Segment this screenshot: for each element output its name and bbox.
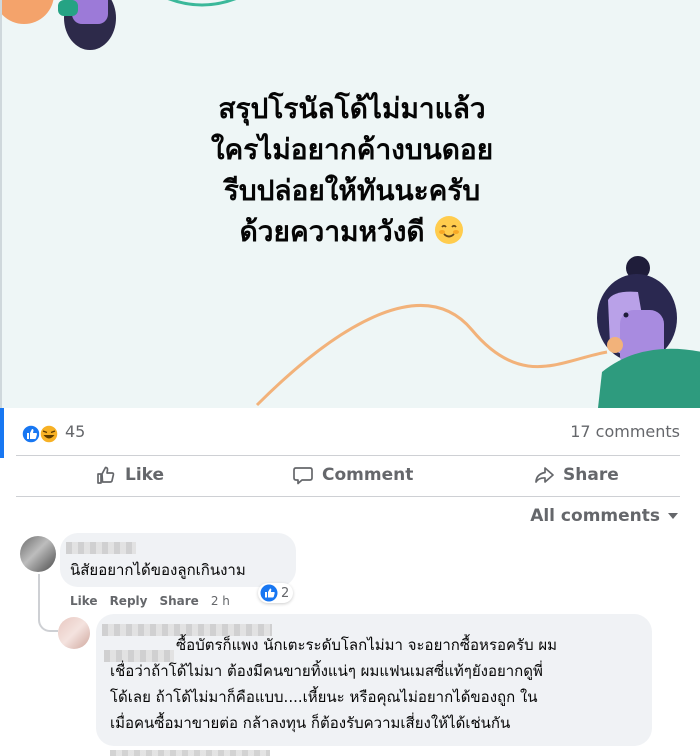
headline-line: ใครไม่อยากค้างบนดอย bbox=[210, 133, 494, 166]
action-bar: Like Comment Share bbox=[0, 456, 700, 496]
comment-actions: Like Reply Share 2 h bbox=[70, 594, 230, 608]
divider bbox=[16, 496, 680, 497]
like-reaction-icon bbox=[260, 584, 278, 602]
comment-like-link[interactable]: Like bbox=[70, 594, 98, 608]
comment-button[interactable]: Comment bbox=[292, 464, 413, 486]
headline-text: ด้วยความหวังดี bbox=[239, 215, 425, 248]
figure-body bbox=[58, 0, 78, 16]
decor-circle bbox=[2, 0, 54, 24]
shirt bbox=[598, 348, 700, 408]
comment-filter-dropdown[interactable]: All comments bbox=[530, 506, 678, 526]
comment-label: Comment bbox=[322, 465, 414, 485]
reply-text-line: โด้เลย ถ้าโด้ไม่มาก็คือแบบ....เหี้ยนะ หร… bbox=[110, 688, 538, 706]
comment-count[interactable]: 17 comments bbox=[570, 422, 680, 441]
reply-text-line: เมื่อคนซื้อมาขายต่อ กล้าลงทุน ก็ต้องรับค… bbox=[110, 714, 511, 732]
headline-line: รีบปล่อยให้ทันนะครับ bbox=[223, 174, 481, 207]
hand bbox=[607, 337, 623, 353]
like-button[interactable]: Like bbox=[95, 464, 164, 486]
share-button[interactable]: Share bbox=[533, 464, 619, 486]
decor-arc bbox=[167, 0, 237, 7]
haha-reaction-icon bbox=[39, 424, 59, 444]
thumbs-up-icon bbox=[97, 466, 115, 484]
headline-line: ด้วยความหวังดี bbox=[2, 211, 700, 252]
comment-reaction-count: 2 bbox=[281, 585, 290, 601]
eye bbox=[623, 312, 629, 318]
reaction-icons[interactable] bbox=[21, 424, 61, 444]
comment-timestamp[interactable]: 2 h bbox=[211, 594, 230, 608]
post-image[interactable]: สรุปโรนัลโด้ไม่มาแล้ว ใครไม่อยากค้างบนดอ… bbox=[0, 0, 700, 408]
phone-cord bbox=[255, 304, 608, 407]
caret-down-icon bbox=[668, 512, 678, 519]
like-label: Like bbox=[125, 465, 165, 485]
reply-text-line: เชื่อว่าถ้าโด้ไม่มา ต้องมีคนขายทิ้งแน่ๆ … bbox=[110, 662, 543, 680]
comment-reactions[interactable]: 2 bbox=[258, 583, 294, 603]
reaction-count[interactable]: 45 bbox=[65, 422, 85, 441]
reply-avatar[interactable] bbox=[58, 617, 90, 649]
headline-line: สรุปโรนัลโด้ไม่มาแล้ว bbox=[218, 92, 486, 125]
next-comment-redacted bbox=[110, 750, 270, 756]
post-headline: สรุปโรนัลโด้ไม่มาแล้ว ใครไม่อยากค้างบนดอ… bbox=[2, 88, 700, 252]
thread-connector bbox=[38, 574, 58, 632]
filter-label: All comments bbox=[530, 506, 660, 526]
post-stats: 45 17 comments bbox=[0, 408, 700, 458]
comment-text: นิสัยอยากได้ของลูกเกินงาม bbox=[70, 561, 246, 579]
commenter-name-redacted[interactable] bbox=[66, 542, 136, 554]
commenter-avatar[interactable] bbox=[20, 536, 56, 572]
share-arrow-icon bbox=[535, 467, 554, 483]
comment-share-link[interactable]: Share bbox=[159, 594, 198, 608]
reply-text-line: ซื้อบัตรก็แพง นักเตะระดับโลกไม่มา จะอยาก… bbox=[176, 636, 558, 654]
comment-reply-link[interactable]: Reply bbox=[110, 594, 148, 608]
smiling-blush-emoji-icon bbox=[435, 216, 464, 244]
comment-bubble-icon bbox=[293, 467, 313, 485]
share-label: Share bbox=[563, 465, 619, 485]
